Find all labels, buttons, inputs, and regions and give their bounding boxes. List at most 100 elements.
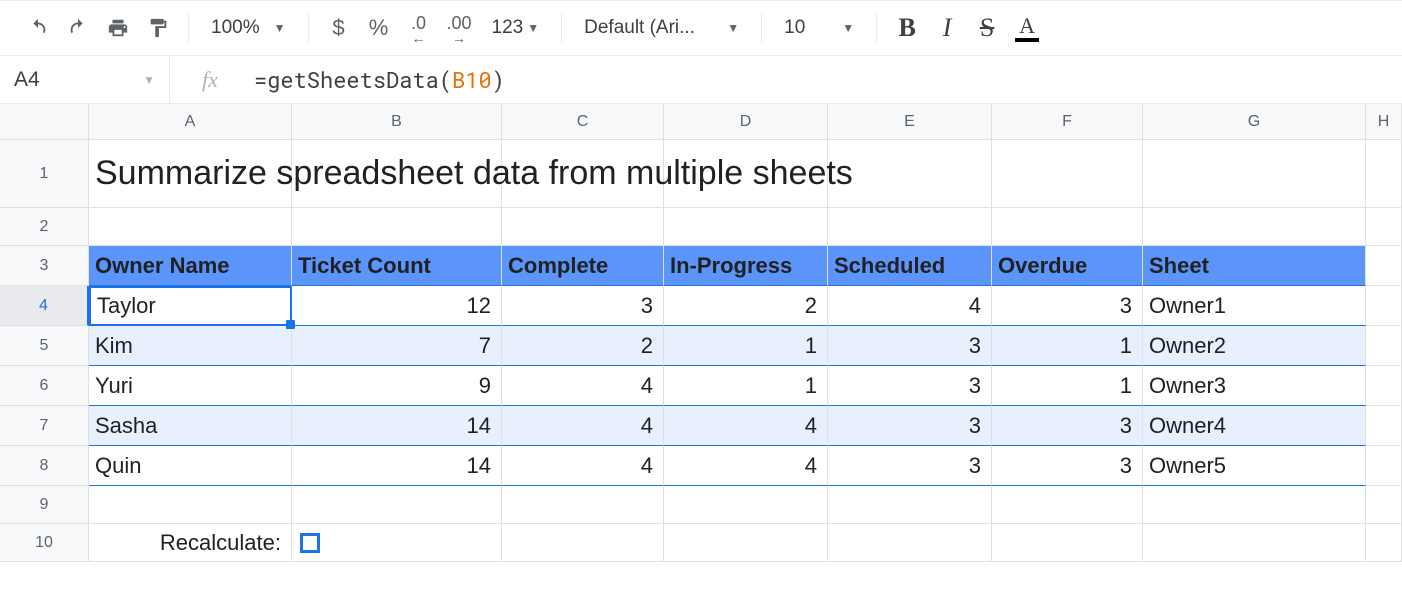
table-cell[interactable] [1366, 286, 1402, 326]
table-cell[interactable]: Sasha [89, 406, 292, 446]
table-cell[interactable] [1366, 366, 1402, 406]
font-dropdown[interactable]: Default (Ari... ▼ [574, 10, 749, 46]
table-header[interactable] [1366, 246, 1402, 286]
table-cell[interactable]: 4 [828, 286, 992, 326]
row-header[interactable]: 3 [0, 246, 89, 286]
cell[interactable] [828, 524, 992, 562]
table-header[interactable]: Owner Name [89, 246, 292, 286]
cell[interactable] [992, 208, 1143, 246]
cell[interactable] [292, 524, 502, 562]
cell[interactable] [1366, 524, 1402, 562]
strikethrough-button[interactable]: S [969, 10, 1005, 46]
page-title[interactable]: Summarize spreadsheet data from multiple… [89, 140, 292, 208]
table-cell[interactable]: Yuri [89, 366, 292, 406]
table-cell[interactable]: 3 [828, 326, 992, 366]
text-color-button[interactable]: A [1009, 10, 1045, 46]
formula-input[interactable]: =getSheetsData(B10) [250, 65, 1402, 94]
name-box[interactable]: A4 ▼ [0, 56, 170, 103]
table-cell[interactable]: 4 [502, 446, 664, 486]
increase-decimal-button[interactable]: .00 → [441, 10, 478, 46]
cell[interactable] [992, 140, 1143, 208]
row-header[interactable]: 9 [0, 486, 89, 524]
row-header[interactable]: 2 [0, 208, 89, 246]
table-cell[interactable]: 3 [992, 446, 1143, 486]
cell[interactable] [828, 208, 992, 246]
table-header[interactable]: In-Progress [664, 246, 828, 286]
table-cell[interactable]: 1 [664, 366, 828, 406]
table-header[interactable]: Sheet [1143, 246, 1366, 286]
format-currency-button[interactable]: $ [321, 10, 357, 46]
table-cell[interactable] [1366, 326, 1402, 366]
cell[interactable] [89, 208, 292, 246]
cell[interactable] [1366, 208, 1402, 246]
cell[interactable] [1143, 486, 1366, 524]
table-cell[interactable]: 4 [664, 406, 828, 446]
row-header[interactable]: 6 [0, 366, 89, 406]
redo-icon[interactable] [60, 10, 96, 46]
table-header[interactable]: Scheduled [828, 246, 992, 286]
decrease-decimal-button[interactable]: .0 ← [401, 10, 437, 46]
table-cell[interactable]: Taylor [89, 286, 292, 326]
cell[interactable] [664, 486, 828, 524]
row-header[interactable]: 7 [0, 406, 89, 446]
cell[interactable] [292, 486, 502, 524]
cell[interactable] [1143, 140, 1366, 208]
table-header[interactable]: Ticket Count [292, 246, 502, 286]
table-cell[interactable]: 14 [292, 406, 502, 446]
table-cell[interactable] [1366, 446, 1402, 486]
bold-button[interactable]: B [889, 10, 925, 46]
table-cell[interactable]: Owner1 [1143, 286, 1366, 326]
font-size-dropdown[interactable]: 10 ▼ [774, 10, 864, 46]
table-cell[interactable]: 4 [502, 406, 664, 446]
row-header[interactable]: 1 [0, 140, 89, 208]
cell[interactable] [502, 208, 664, 246]
recalculate-checkbox[interactable] [300, 533, 320, 553]
cell[interactable] [992, 524, 1143, 562]
column-header[interactable]: E [828, 104, 992, 140]
cell[interactable] [992, 486, 1143, 524]
table-cell[interactable]: 1 [664, 326, 828, 366]
table-header[interactable]: Complete [502, 246, 664, 286]
row-header[interactable]: 8 [0, 446, 89, 486]
paint-format-icon[interactable] [140, 10, 176, 46]
cell[interactable] [292, 208, 502, 246]
column-header[interactable]: D [664, 104, 828, 140]
table-cell[interactable]: 2 [664, 286, 828, 326]
print-icon[interactable] [100, 10, 136, 46]
table-cell[interactable]: 3 [992, 406, 1143, 446]
table-cell[interactable]: 3 [828, 446, 992, 486]
number-format-dropdown[interactable]: 123 ▼ [482, 10, 550, 46]
column-header[interactable]: B [292, 104, 502, 140]
table-cell[interactable]: Owner4 [1143, 406, 1366, 446]
table-cell[interactable]: 2 [502, 326, 664, 366]
row-header[interactable]: 5 [0, 326, 89, 366]
cell[interactable] [1143, 208, 1366, 246]
table-cell[interactable]: 4 [664, 446, 828, 486]
table-cell[interactable] [1366, 406, 1402, 446]
table-cell[interactable]: 3 [828, 406, 992, 446]
cell[interactable] [1366, 486, 1402, 524]
table-cell[interactable]: Owner3 [1143, 366, 1366, 406]
cell[interactable] [1366, 140, 1402, 208]
cell[interactable] [89, 486, 292, 524]
italic-button[interactable]: I [929, 10, 965, 46]
table-cell[interactable]: 9 [292, 366, 502, 406]
undo-icon[interactable] [20, 10, 56, 46]
column-header[interactable]: C [502, 104, 664, 140]
cell[interactable] [502, 486, 664, 524]
table-cell[interactable]: 1 [992, 326, 1143, 366]
cell[interactable] [664, 208, 828, 246]
table-cell[interactable]: 14 [292, 446, 502, 486]
table-cell[interactable]: 4 [502, 366, 664, 406]
table-cell[interactable]: Owner5 [1143, 446, 1366, 486]
row-header[interactable]: 4 [0, 286, 89, 326]
table-cell[interactable]: 12 [292, 286, 502, 326]
table-cell[interactable]: 3 [828, 366, 992, 406]
column-header[interactable]: G [1143, 104, 1366, 140]
table-cell[interactable]: Quin [89, 446, 292, 486]
table-cell[interactable]: 3 [992, 286, 1143, 326]
select-all-corner[interactable] [0, 104, 89, 140]
column-header[interactable]: F [992, 104, 1143, 140]
zoom-dropdown[interactable]: 100% ▼ [201, 10, 296, 46]
table-cell[interactable]: 1 [992, 366, 1143, 406]
